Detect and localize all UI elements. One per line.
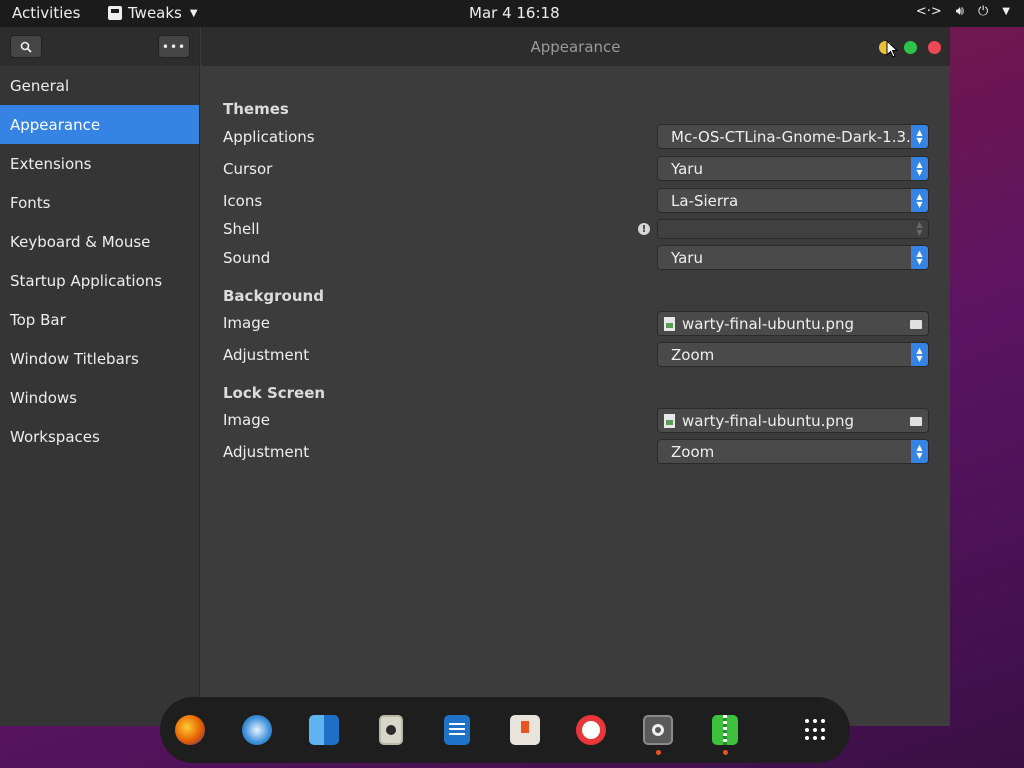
sidebar-item-windows[interactable]: Windows bbox=[0, 378, 199, 417]
thunderbird-icon[interactable] bbox=[242, 715, 272, 745]
cursor-label: Cursor bbox=[223, 160, 273, 178]
sidebar-nav: General Appearance Extensions Fonts Keyb… bbox=[0, 66, 199, 456]
activities-button[interactable]: Activities bbox=[12, 4, 80, 22]
sidebar-item-general[interactable]: General bbox=[0, 66, 199, 105]
sound-value: Yaru bbox=[671, 248, 703, 267]
warning-icon: ! bbox=[638, 223, 650, 235]
background-image-chooser[interactable]: warty-final-ubuntu.png bbox=[657, 311, 929, 336]
updown-arrows-icon: ▲ ▼ bbox=[911, 440, 928, 463]
help-icon[interactable] bbox=[576, 715, 606, 745]
updown-arrows-icon: ▲ ▼ bbox=[911, 246, 928, 269]
show-applications-icon[interactable] bbox=[805, 719, 827, 741]
lock-adjustment-combo[interactable]: Zoom ▲ ▼ bbox=[657, 439, 929, 464]
maximize-button[interactable] bbox=[904, 41, 917, 54]
sidebar-item-extensions[interactable]: Extensions bbox=[0, 144, 199, 183]
writer-icon[interactable] bbox=[444, 715, 470, 745]
caret-down-icon: ▼ bbox=[189, 7, 198, 19]
lock-image-label: Image bbox=[223, 411, 270, 429]
cursor-value: Yaru bbox=[671, 159, 703, 178]
icons-label: Icons bbox=[223, 192, 263, 210]
tweaks-window: ••• General Appearance Extensions Fonts … bbox=[0, 27, 950, 726]
search-button[interactable] bbox=[10, 35, 42, 58]
archive-icon[interactable] bbox=[712, 715, 738, 745]
themes-heading: Themes bbox=[223, 100, 289, 118]
text-lines-icon bbox=[449, 723, 465, 725]
sound-combo[interactable]: Yaru ▲ ▼ bbox=[657, 245, 929, 270]
close-button[interactable] bbox=[928, 41, 941, 54]
mouse-pointer-icon bbox=[886, 40, 898, 58]
sidebar-item-keyboard-mouse[interactable]: Keyboard & Mouse bbox=[0, 222, 199, 261]
background-heading: Background bbox=[223, 287, 324, 305]
updown-arrows-icon: ▲ ▼ bbox=[911, 343, 928, 366]
tweaks-app-icon bbox=[108, 6, 122, 20]
volume-icon: 🔊︎ bbox=[955, 4, 964, 19]
sidebar-item-workspaces[interactable]: Workspaces bbox=[0, 417, 199, 456]
zipper-icon bbox=[723, 715, 727, 745]
more-icon: ••• bbox=[161, 39, 187, 54]
speaker-icon bbox=[386, 725, 396, 735]
applications-label: Applications bbox=[223, 128, 315, 146]
software-icon[interactable] bbox=[510, 715, 540, 745]
image-file-icon bbox=[664, 413, 675, 428]
sidebar-item-appearance[interactable]: Appearance bbox=[0, 105, 199, 144]
cursor-combo[interactable]: Yaru ▲ ▼ bbox=[657, 156, 929, 181]
gear-icon bbox=[652, 724, 664, 736]
clock[interactable]: Mar 4 16:18 bbox=[469, 4, 560, 22]
running-indicator bbox=[656, 750, 661, 755]
shell-label: Shell bbox=[223, 220, 260, 238]
firefox-icon[interactable] bbox=[175, 715, 205, 745]
icons-value: La-Sierra bbox=[671, 191, 739, 210]
top-bar: Activities Tweaks ▼ Mar 4 16:18 <·> 🔊︎ ⏻… bbox=[0, 0, 1024, 27]
sidebar-item-top-bar[interactable]: Top Bar bbox=[0, 300, 199, 339]
background-image-label: Image bbox=[223, 314, 270, 332]
folder-icon bbox=[910, 320, 922, 329]
updown-arrows-icon: ▲ ▼ bbox=[911, 189, 928, 212]
background-adjustment-label: Adjustment bbox=[223, 346, 310, 364]
sidebar-item-fonts[interactable]: Fonts bbox=[0, 183, 199, 222]
lock-image-chooser[interactable]: warty-final-ubuntu.png bbox=[657, 408, 929, 433]
lock-image-value: warty-final-ubuntu.png bbox=[682, 411, 855, 430]
main-panel: Appearance Themes Applications Mc-OS-CTL… bbox=[201, 27, 950, 726]
applications-combo[interactable]: Mc-OS-CTLina-Gnome-Dark-1.3.2 ▲ ▼ bbox=[657, 124, 929, 149]
rhythmbox-icon[interactable] bbox=[379, 715, 403, 745]
header-bar: Appearance bbox=[201, 27, 950, 66]
lock-adjustment-label: Adjustment bbox=[223, 443, 310, 461]
image-file-icon bbox=[664, 316, 675, 331]
search-icon bbox=[20, 41, 32, 53]
icons-combo[interactable]: La-Sierra ▲ ▼ bbox=[657, 188, 929, 213]
status-menu[interactable]: <·> 🔊︎ ⏻ ▼ bbox=[916, 4, 1010, 19]
sidebar-header: ••• bbox=[0, 27, 199, 66]
chevron-down-icon: ▼ bbox=[1002, 6, 1010, 17]
lock-adjustment-value: Zoom bbox=[671, 442, 715, 461]
app-menu[interactable]: Tweaks ▼ bbox=[108, 4, 198, 22]
shell-combo: ▲ ▼ bbox=[657, 219, 929, 239]
settings-icon[interactable] bbox=[643, 715, 673, 745]
background-adjustment-combo[interactable]: Zoom ▲ ▼ bbox=[657, 342, 929, 367]
menu-button[interactable]: ••• bbox=[158, 35, 190, 58]
dock bbox=[160, 697, 850, 763]
updown-arrows-icon: ▲ ▼ bbox=[911, 125, 928, 148]
app-menu-label: Tweaks bbox=[128, 4, 182, 22]
network-icon: <·> bbox=[915, 4, 942, 19]
power-icon: ⏻ bbox=[978, 4, 989, 19]
background-adjustment-value: Zoom bbox=[671, 345, 715, 364]
sidebar-item-window-titlebars[interactable]: Window Titlebars bbox=[0, 339, 199, 378]
sound-label: Sound bbox=[223, 249, 271, 267]
background-image-value: warty-final-ubuntu.png bbox=[682, 314, 855, 333]
running-indicator bbox=[723, 750, 728, 755]
window-title: Appearance bbox=[530, 38, 621, 56]
sidebar: ••• General Appearance Extensions Fonts … bbox=[0, 27, 200, 726]
finder-icon[interactable] bbox=[309, 715, 339, 745]
updown-arrows-icon: ▲ ▼ bbox=[911, 157, 928, 180]
download-arrow-icon bbox=[521, 721, 529, 733]
folder-icon bbox=[910, 417, 922, 426]
lock-screen-heading: Lock Screen bbox=[223, 384, 326, 402]
sidebar-item-startup-applications[interactable]: Startup Applications bbox=[0, 261, 199, 300]
applications-value: Mc-OS-CTLina-Gnome-Dark-1.3.2 bbox=[671, 127, 921, 146]
updown-arrows-icon: ▲ ▼ bbox=[916, 220, 923, 237]
